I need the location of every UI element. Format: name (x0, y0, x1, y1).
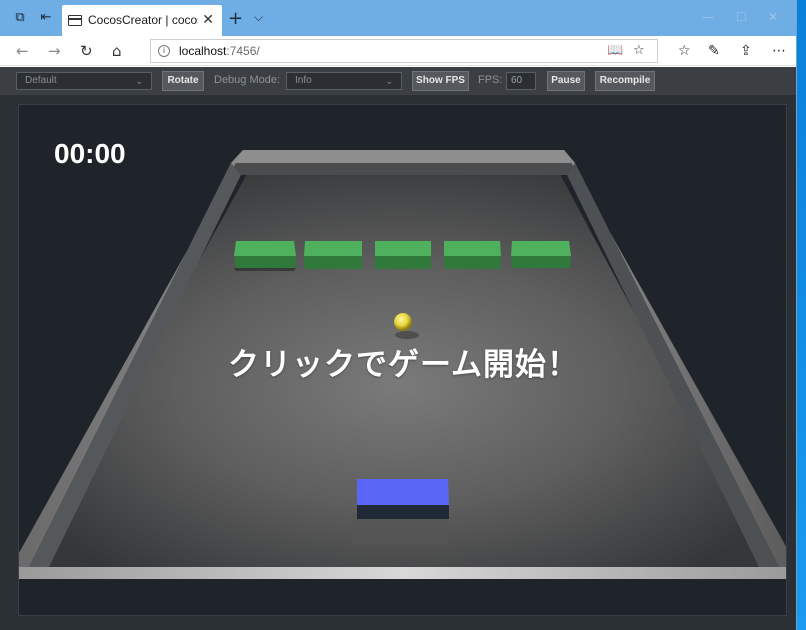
pause-button[interactable]: Pause (547, 71, 585, 91)
window-close-icon[interactable]: ✕ (768, 10, 778, 24)
timer-label: 00:00 (54, 138, 126, 169)
show-fps-button[interactable]: Show FPS (412, 71, 469, 91)
ball (394, 313, 412, 331)
pen-icon[interactable]: ✎ (708, 43, 720, 59)
refresh-icon[interactable]: ↻ (80, 42, 93, 60)
brick (444, 241, 501, 269)
set-aside-tabs-icon[interactable]: ⇤ (38, 10, 54, 26)
front-wall (19, 567, 786, 579)
recompile-button[interactable]: Recompile (595, 71, 655, 91)
tab-cocos-creator[interactable]: CocosCreator | cocos-cr ✕ (62, 5, 222, 36)
chevron-down-icon: ⌄ (385, 76, 393, 86)
tab-title: CocosCreator | cocos-cr (88, 13, 198, 27)
address-bar[interactable]: i localhost:7456/ 📖 ☆ (150, 39, 658, 63)
ball-shadow (395, 331, 419, 339)
maximize-icon[interactable]: ☐ (736, 10, 747, 24)
plus-icon[interactable]: + (228, 8, 243, 29)
url-text[interactable]: localhost:7456/ (179, 44, 260, 58)
page-icon (68, 15, 82, 26)
fps-input[interactable]: 60 (506, 72, 536, 90)
chevron-down-icon[interactable]: ⌵ (254, 10, 263, 25)
cocos-preview-toolbar: Default ⌄ Rotate Debug Mode: Info ⌄ Show… (0, 67, 796, 95)
debug-mode-value: Info (295, 75, 312, 86)
preview-stage: 00:00 クリックでゲーム開始！ (0, 95, 796, 630)
game-canvas[interactable]: 00:00 クリックでゲーム開始！ (18, 104, 787, 616)
brick (234, 241, 296, 271)
start-message: クリックでゲーム開始！ (227, 347, 580, 383)
share-icon[interactable]: ⇪ (740, 43, 752, 59)
star-icon[interactable]: ☆ (633, 43, 645, 58)
back-wall (231, 150, 575, 163)
close-icon[interactable]: ✕ (202, 12, 214, 28)
more-icon[interactable]: ⋯ (772, 43, 786, 59)
brick (511, 241, 571, 268)
paddle-shadow (352, 515, 449, 545)
back-arrow-icon[interactable]: ← (16, 42, 29, 60)
home-icon[interactable]: ⌂ (112, 42, 122, 60)
fps-label: FPS: (478, 74, 503, 86)
favorites-hub-icon[interactable]: ☆ (678, 43, 691, 59)
forward-arrow-icon[interactable]: → (48, 42, 61, 60)
minimize-icon[interactable]: — (702, 10, 714, 24)
brick (304, 241, 362, 269)
debug-mode-label: Debug Mode: (214, 74, 281, 86)
info-icon[interactable]: i (158, 45, 170, 57)
tab-actions-icon[interactable]: ⧉ (12, 10, 28, 26)
debug-mode-select[interactable]: Info ⌄ (286, 72, 402, 90)
rotate-button[interactable]: Rotate (162, 71, 204, 91)
browser-window: ⧉ ⇤ CocosCreator | cocos-cr ✕ + ⌵ — ☐ ✕ … (0, 0, 797, 630)
paddle (357, 479, 449, 505)
brick-row (234, 241, 571, 271)
tab-bar: ⧉ ⇤ CocosCreator | cocos-cr ✕ + ⌵ — ☐ ✕ (0, 0, 796, 36)
brick (375, 241, 431, 269)
device-select[interactable]: Default ⌄ (16, 72, 152, 90)
device-select-value: Default (25, 75, 57, 86)
reading-view-icon[interactable]: 📖 (607, 43, 623, 58)
chevron-down-icon: ⌄ (135, 76, 143, 86)
